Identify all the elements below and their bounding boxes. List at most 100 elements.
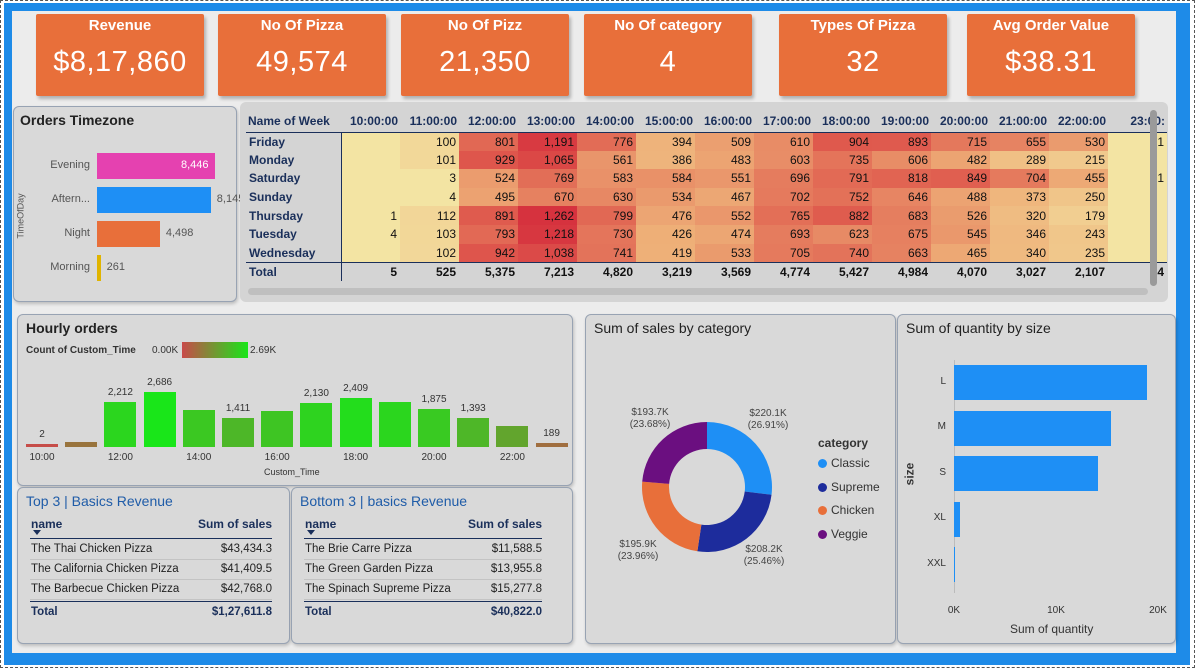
column-header-sales[interactable]: Sum of sales: [198, 517, 272, 531]
size-category-label: M: [937, 421, 946, 432]
hourly-bar[interactable]: [104, 401, 137, 447]
hourly-bar[interactable]: [300, 403, 333, 447]
table-row[interactable]: The Green Garden Pizza $13,955.8: [304, 561, 542, 580]
matrix-column-header[interactable]: 15:00:00: [636, 110, 695, 133]
donut-slice-supreme[interactable]: [697, 491, 772, 552]
total-label: Total: [305, 606, 332, 618]
sort-descending-icon[interactable]: [33, 530, 41, 535]
pizza-name: The Brie Carre Pizza: [305, 543, 412, 555]
matrix-cell: 683: [872, 206, 931, 225]
size-x-tick: 10K: [1047, 605, 1065, 616]
hourly-bar[interactable]: [535, 443, 568, 447]
kpi-card-2[interactable]: No Of Pizz 21,350: [401, 14, 569, 96]
column-header-sales[interactable]: Sum of sales: [468, 517, 542, 531]
matrix-cell: 799: [577, 206, 636, 225]
hourly-orders-panel[interactable]: Hourly orders Count of Custom_Time 0.00K…: [17, 314, 573, 486]
table-row[interactable]: The Spinach Supreme Pizza $15,277.8: [304, 581, 542, 600]
hourly-bar[interactable]: [26, 444, 58, 447]
kpi-card-5[interactable]: Avg Order Value $38.31: [967, 14, 1135, 96]
matrix-cell: 455: [1049, 169, 1108, 188]
matrix-row-header[interactable]: Tuesday: [246, 224, 342, 244]
hourly-bar[interactable]: [496, 426, 529, 447]
column-header-name[interactable]: name: [31, 517, 62, 531]
hourly-bar[interactable]: [418, 408, 450, 447]
kpi-card-0[interactable]: Revenue $8,17,860: [36, 14, 204, 96]
kpi-card-3[interactable]: No Of category 4: [584, 14, 752, 96]
category-legend-item[interactable]: Chicken: [818, 503, 874, 517]
matrix-column-header[interactable]: 13:00:00: [518, 110, 577, 133]
size-bar[interactable]: [954, 456, 1099, 491]
table-row[interactable]: The Brie Carre Pizza $11,588.5: [304, 541, 542, 560]
matrix-row-header[interactable]: Wednesday: [246, 243, 342, 263]
table-row[interactable]: The Barbecue Chicken Pizza $42,768.0: [30, 581, 272, 600]
bottom3-panel[interactable]: Bottom 3 | basics Revenue name Sum of sal…: [291, 487, 573, 644]
kpi-card-1[interactable]: No Of Pizza 49,574: [218, 14, 386, 96]
matrix-row-header[interactable]: Thursday: [246, 206, 342, 225]
matrix-column-header[interactable]: 18:00:00: [813, 110, 872, 133]
table-row[interactable]: The Thai Chicken Pizza $43,434.3: [30, 541, 272, 560]
kpi-value: 4: [659, 46, 677, 78]
size-bar[interactable]: [954, 410, 1111, 446]
vertical-scrollbar[interactable]: [1150, 110, 1157, 286]
matrix-row-header[interactable]: Friday: [246, 132, 342, 151]
column-header-name[interactable]: name: [305, 517, 336, 531]
top3-panel[interactable]: Top 3 | Basics Revenue name Sum of sales T…: [17, 487, 290, 644]
matrix-column-header[interactable]: 12:00:00: [459, 110, 518, 133]
matrix-total-cell: 2,107: [1049, 261, 1108, 281]
donut-slice-classic[interactable]: [707, 422, 772, 495]
matrix-column-header[interactable]: 16:00:00: [695, 110, 754, 133]
hourly-bar[interactable]: [143, 392, 176, 447]
category-legend-item[interactable]: Supreme: [818, 480, 880, 494]
matrix-column-header[interactable]: 20:00:00: [931, 110, 990, 133]
matrix-cell: 752: [813, 187, 872, 207]
hourly-bar[interactable]: [378, 401, 411, 447]
kpi-value: 49,574: [256, 46, 348, 78]
total-label: Total: [31, 606, 58, 618]
matrix-column-header[interactable]: 10:00:00: [341, 110, 400, 133]
matrix-column-header[interactable]: 19:00:00: [872, 110, 931, 133]
hourly-bar[interactable]: [261, 411, 294, 447]
matrix-column-header[interactable]: 22:00:00: [1049, 110, 1108, 133]
matrix-cell: 476: [636, 206, 695, 225]
sort-descending-icon[interactable]: [307, 530, 315, 535]
size-bar[interactable]: [954, 501, 960, 537]
timezone-bar[interactable]: [97, 221, 160, 247]
hourly-bar[interactable]: [182, 409, 215, 447]
matrix-column-header[interactable]: 21:00:00: [990, 110, 1049, 133]
orders-timezone-panel[interactable]: Orders Timezone TimeOfDay Evening 8,446 Af…: [13, 106, 244, 302]
sales-by-category-panel[interactable]: Sum of sales by category category $220.1…: [585, 314, 896, 644]
size-bar[interactable]: [954, 365, 1148, 400]
matrix-cell: 670: [518, 187, 577, 207]
size-bar[interactable]: [954, 547, 955, 582]
table-row[interactable]: The California Chicken Pizza $41,409.5: [30, 561, 272, 580]
matrix-column-header[interactable]: 11:00:00: [400, 110, 459, 133]
donut-data-label: $195.9K (23.96%): [608, 539, 668, 563]
category-legend-item[interactable]: Classic: [818, 456, 870, 470]
hourly-bar[interactable]: [339, 397, 372, 447]
hourly-bar[interactable]: [222, 418, 254, 447]
matrix-column-header[interactable]: 17:00:00: [754, 110, 813, 133]
weekday-hour-matrix[interactable]: Name of Week 10:00:00 11:00:00 12:00:00 13:0…: [240, 102, 1168, 302]
category-legend-item[interactable]: Veggie: [818, 527, 868, 541]
kpi-value: 32: [846, 46, 880, 78]
matrix-cell: 419: [636, 243, 695, 263]
matrix-column-header[interactable]: 14:00:00: [577, 110, 636, 133]
donut-label-value: $220.1K: [749, 408, 787, 419]
hourly-x-tick: 10:00: [29, 452, 55, 463]
hourly-bar[interactable]: [65, 441, 98, 447]
matrix-row-header[interactable]: Saturday: [246, 169, 342, 188]
quantity-by-size-panel[interactable]: Sum of quantity by size size L M S XL XXL 0K 1…: [897, 314, 1176, 644]
timezone-bar[interactable]: [97, 255, 101, 281]
matrix-row-header[interactable]: Monday: [246, 150, 342, 170]
matrix-cell: 4: [341, 224, 400, 244]
matrix-row-header[interactable]: Sunday: [246, 187, 342, 207]
donut-slice-veggie[interactable]: [642, 422, 707, 484]
matrix-column-header[interactable]: Name of Week: [246, 110, 341, 133]
matrix-column-header[interactable]: 23:00:: [1108, 110, 1167, 133]
horizontal-scrollbar[interactable]: [248, 288, 1148, 295]
hourly-bar[interactable]: [457, 418, 490, 447]
hourly-x-tick: 12:00: [107, 452, 133, 463]
kpi-card-4[interactable]: Types Of Pizza 32: [779, 14, 947, 96]
legend-dot-icon: [818, 506, 827, 515]
timezone-bar[interactable]: [97, 187, 211, 213]
